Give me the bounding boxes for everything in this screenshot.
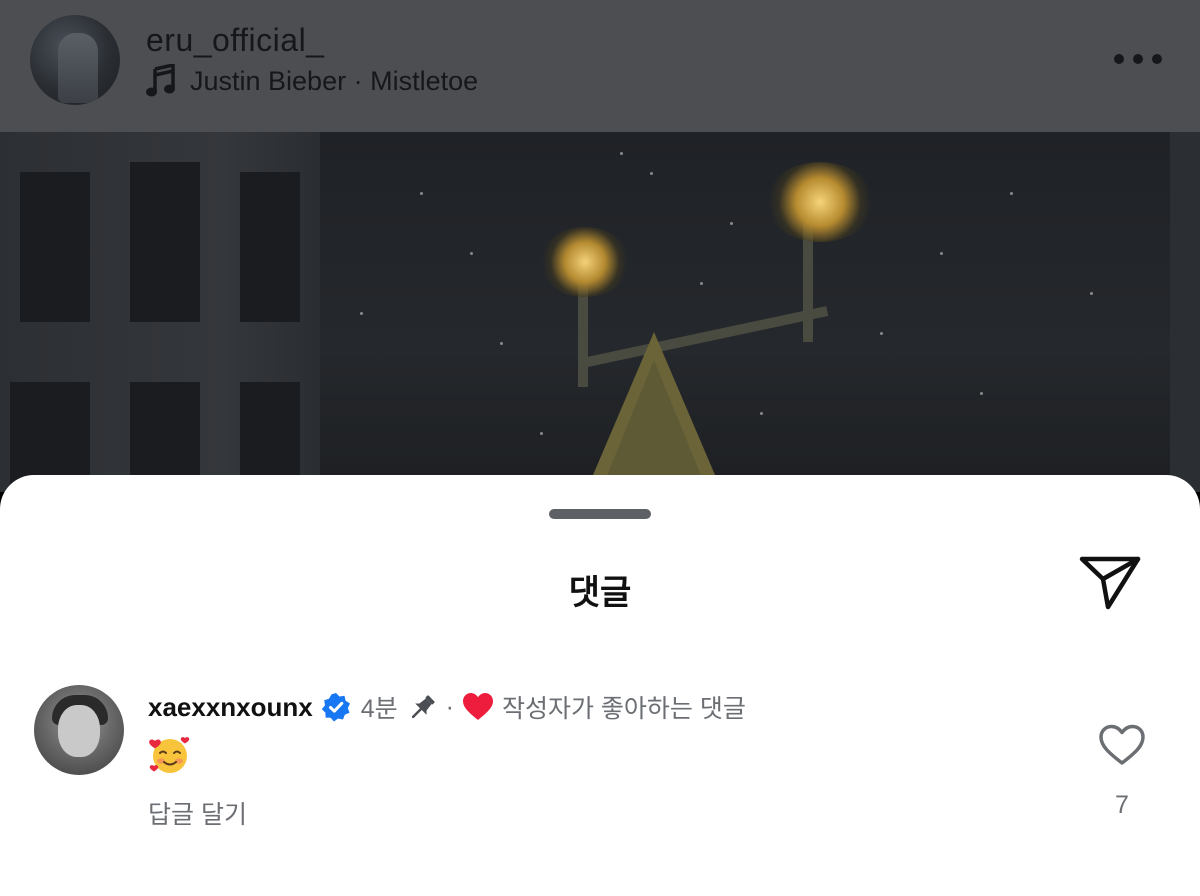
post-header: eru_official_ Justin Bieber · Mistletoe xyxy=(0,0,1200,132)
smiling-face-with-hearts-emoji-icon xyxy=(149,737,190,773)
verified-badge-icon xyxy=(321,693,350,722)
author-liked-heart-icon xyxy=(462,693,493,720)
street-lamp-left xyxy=(540,227,630,297)
comments-sheet: 댓글 xaexxnxounx 4분 · 작성자가 좋아하는 댓글 🥰 xyxy=(0,475,1200,896)
commenter-avatar[interactable] xyxy=(34,685,124,775)
comment-header: xaexxnxounx 4분 · 작성자가 좋아하는 댓글 xyxy=(148,689,746,725)
author-avatar[interactable] xyxy=(30,15,120,105)
building xyxy=(0,132,320,492)
like-count: 7 xyxy=(1115,791,1129,819)
post-photo xyxy=(0,132,1200,492)
like-heart-icon[interactable] xyxy=(1098,723,1146,767)
music-info[interactable]: Justin Bieber · Mistletoe xyxy=(146,64,478,98)
street-lamp-right xyxy=(765,162,875,242)
comment-time: 4분 xyxy=(360,695,398,723)
reply-button[interactable]: 답글 달기 xyxy=(148,795,247,831)
music-note-icon xyxy=(146,64,175,97)
separator-dot: · xyxy=(445,692,454,721)
liked-by-author-label: 작성자가 좋아하는 댓글 xyxy=(501,695,746,723)
more-options-icon[interactable] xyxy=(1114,52,1162,66)
pin-icon xyxy=(411,695,435,719)
send-icon[interactable] xyxy=(1078,553,1142,611)
sheet-title: 댓글 xyxy=(568,574,632,612)
music-title: Justin Bieber · Mistletoe xyxy=(190,65,479,96)
sheet-drag-handle[interactable] xyxy=(549,509,651,519)
commenter-username[interactable]: xaexxnxounx xyxy=(148,692,313,723)
comment-text: 🥰 xyxy=(148,733,192,786)
post-author-username[interactable]: eru_official_ xyxy=(146,22,324,59)
